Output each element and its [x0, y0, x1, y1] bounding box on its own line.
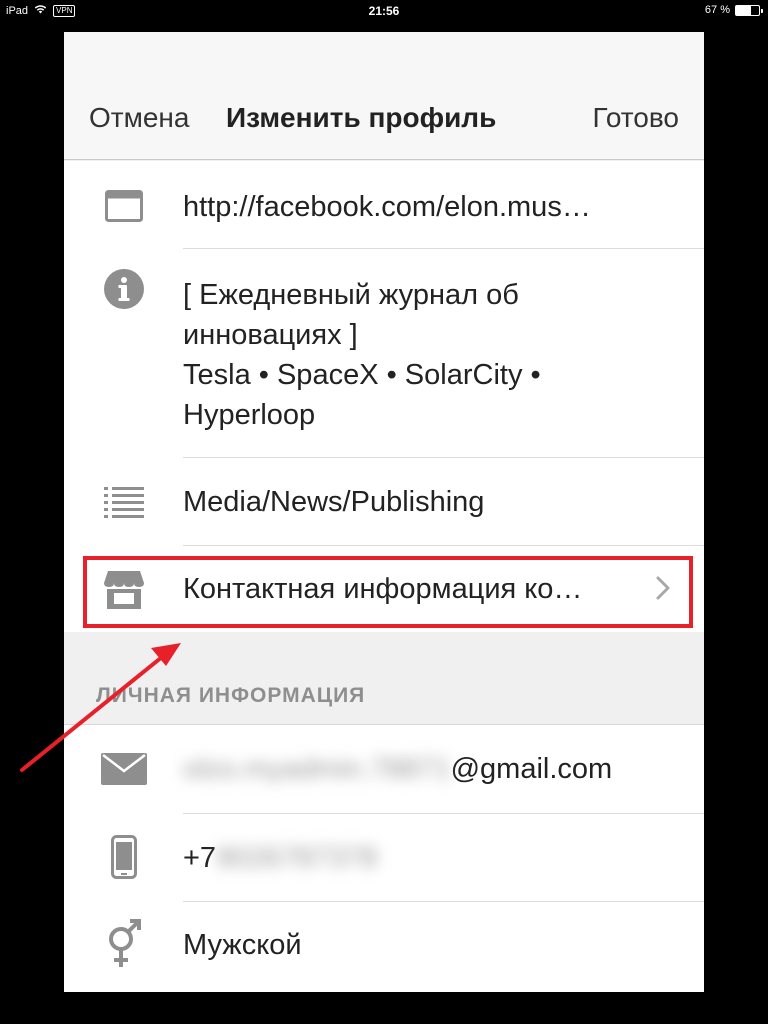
- annotation-arrow-icon: [20, 643, 181, 772]
